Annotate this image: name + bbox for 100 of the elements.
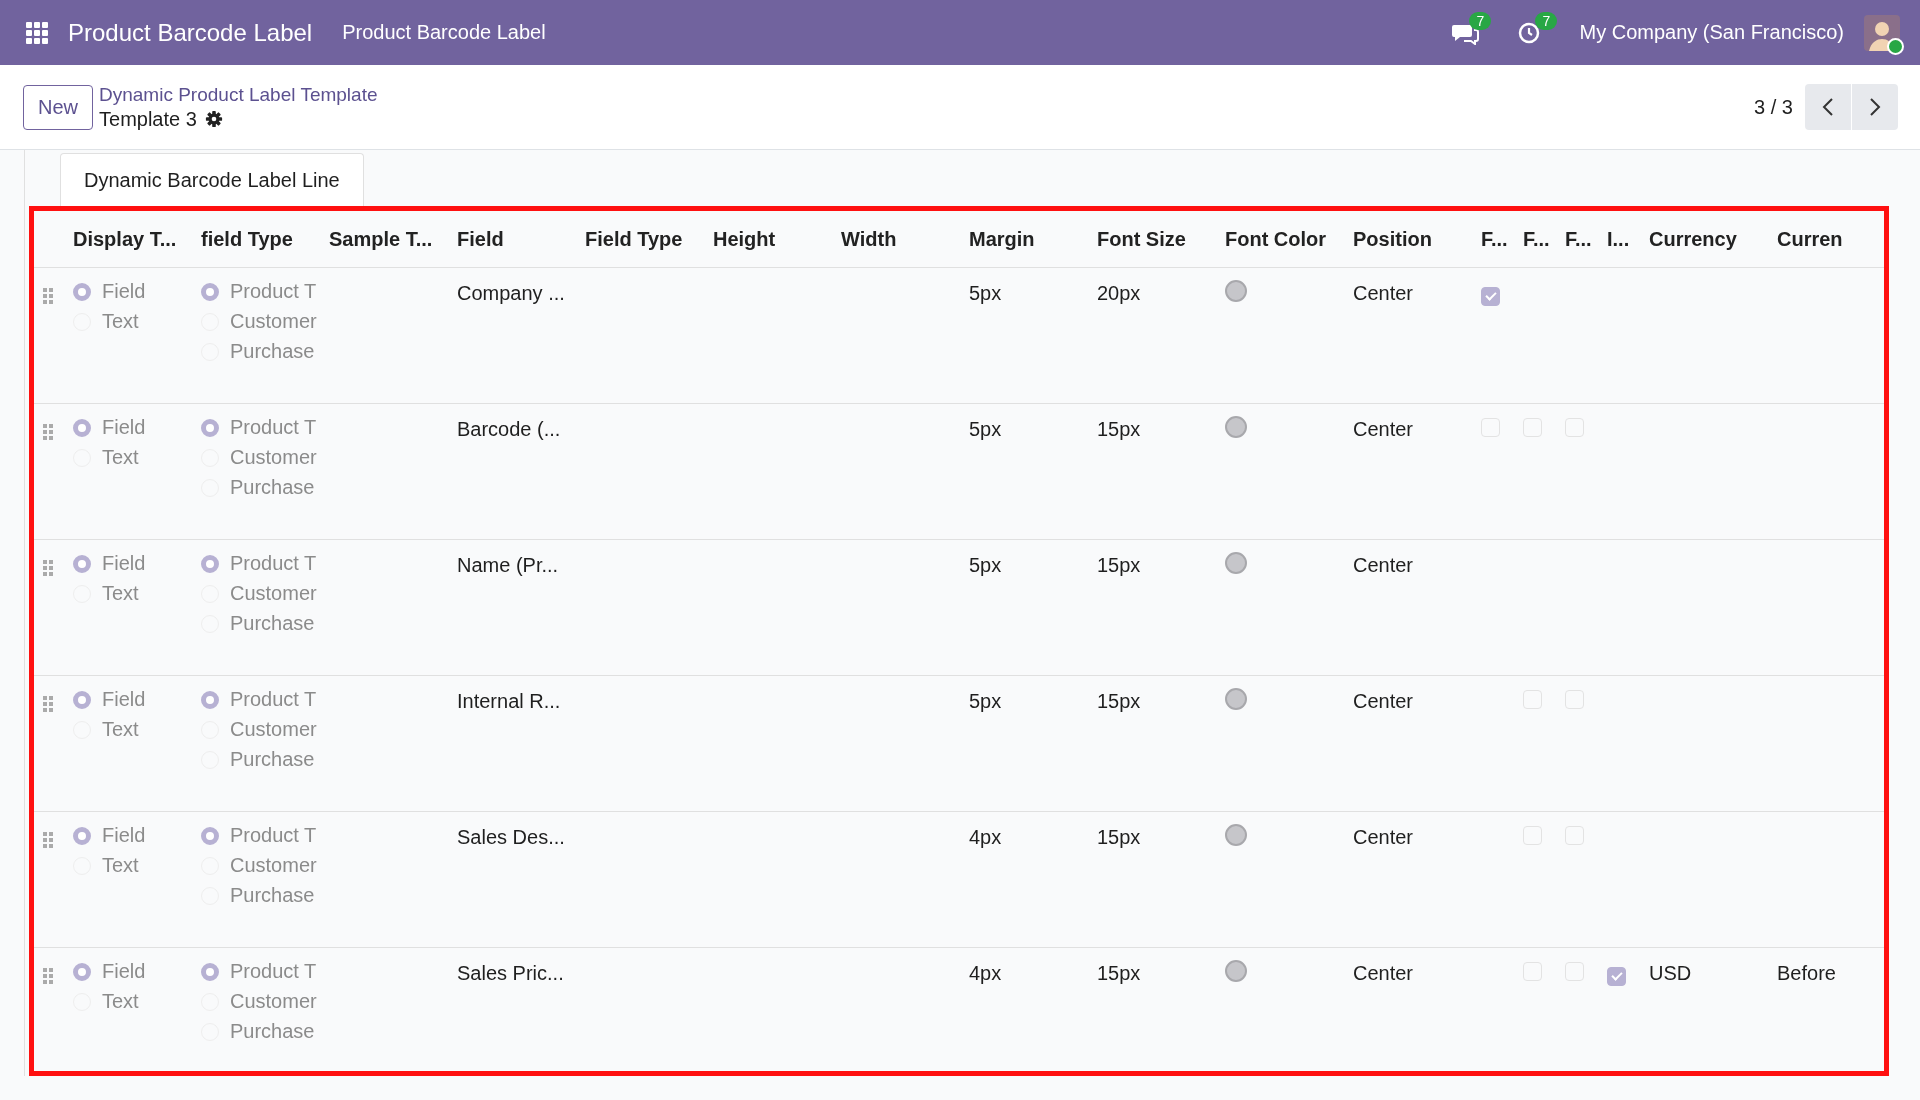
checkbox[interactable] <box>1481 286 1500 306</box>
table-cell: 5px <box>969 554 1002 576</box>
drag-handle-icon[interactable] <box>43 696 53 712</box>
column-header[interactable]: Position <box>1353 227 1481 251</box>
radio-label: Product T <box>230 552 317 575</box>
table-cell: Sales Pric... <box>457 962 564 984</box>
radio-label: Text <box>102 446 139 469</box>
radio-label: Product T <box>230 280 317 303</box>
radio-button[interactable] <box>201 962 219 981</box>
radio-label: Field <box>102 960 146 983</box>
color-swatch[interactable] <box>1225 280 1247 302</box>
table-cell: 15px <box>1097 962 1141 984</box>
radio-button[interactable] <box>73 554 91 573</box>
pager-counter: 3 / 3 <box>1754 95 1793 119</box>
radio-label: Customer <box>230 446 317 469</box>
table-cell: Name (Pr... <box>457 554 559 576</box>
radio-button[interactable] <box>201 826 219 845</box>
radio-label: Text <box>102 854 139 877</box>
notebook-tab[interactable]: Dynamic Barcode Label Line <box>60 153 364 206</box>
radio-button[interactable] <box>201 282 219 301</box>
breadcrumb-link[interactable]: Dynamic Product Label Template <box>99 83 378 106</box>
radio-button[interactable] <box>201 418 219 437</box>
color-swatch[interactable] <box>1225 960 1247 982</box>
column-header[interactable]: I... <box>1607 227 1649 251</box>
column-header[interactable]: Width <box>841 227 969 251</box>
column-header[interactable]: Font Color <box>1225 227 1353 251</box>
column-header[interactable]: Currency <box>1649 227 1777 251</box>
radio-button[interactable] <box>201 554 219 573</box>
table-cell: Center <box>1353 962 1414 984</box>
drag-handle-icon[interactable] <box>43 288 53 304</box>
company-switcher[interactable]: My Company (San Francisco) <box>1579 21 1844 44</box>
color-swatch[interactable] <box>1225 824 1247 846</box>
table-cell: USD <box>1649 962 1692 984</box>
radio-label: Customer <box>230 718 317 741</box>
column-header[interactable]: Sample T... <box>329 227 457 251</box>
radio-label: Customer <box>230 310 317 333</box>
radio-label: Purchase <box>230 612 315 635</box>
column-header[interactable]: Margin <box>969 227 1097 251</box>
chevron-left-icon <box>1822 97 1834 117</box>
column-header[interactable]: Curren <box>1777 227 1884 251</box>
apps-grid-icon[interactable] <box>26 21 48 44</box>
message-count-badge: 7 <box>1469 11 1492 30</box>
column-header[interactable]: F... <box>1481 227 1523 251</box>
column-header[interactable]: Field <box>457 227 585 251</box>
color-swatch[interactable] <box>1225 416 1247 438</box>
table-cell: 15px <box>1097 690 1141 712</box>
radio-button[interactable] <box>73 826 91 845</box>
color-swatch[interactable] <box>1225 552 1247 574</box>
user-avatar-icon[interactable] <box>1864 14 1900 51</box>
radio-label: Text <box>102 582 139 605</box>
table-cell: 15px <box>1097 826 1141 848</box>
radio-button[interactable] <box>201 690 219 709</box>
table-cell: Center <box>1353 826 1414 848</box>
radio-label: Text <box>102 310 139 333</box>
drag-handle-icon[interactable] <box>43 832 53 848</box>
table-cell: Barcode (... <box>457 418 561 440</box>
table-cell: 4px <box>969 962 1002 984</box>
radio-label: Purchase <box>230 884 315 907</box>
column-header[interactable]: field Type <box>201 227 329 251</box>
table-cell: 5px <box>969 282 1002 304</box>
radio-label: Product T <box>230 688 317 711</box>
checkbox[interactable] <box>1607 966 1626 986</box>
radio-button[interactable] <box>73 418 91 437</box>
radio-label: Purchase <box>230 476 315 499</box>
drag-handle-icon[interactable] <box>43 560 53 576</box>
table-cell: Center <box>1353 554 1414 576</box>
clock-icon[interactable] <box>1517 20 1542 45</box>
radio-label: Purchase <box>230 1020 315 1043</box>
table-cell: 20px <box>1097 282 1141 304</box>
column-header[interactable]: Font Size <box>1097 227 1225 251</box>
radio-button[interactable] <box>73 690 91 709</box>
chevron-right-icon <box>1869 97 1881 117</box>
column-header[interactable]: F... <box>1565 227 1607 251</box>
previous-button[interactable] <box>1805 84 1851 130</box>
settings-icon[interactable] <box>204 110 223 128</box>
column-header[interactable]: F... <box>1523 227 1565 251</box>
drag-handle-icon[interactable] <box>43 424 53 440</box>
column-header[interactable]: Display T... <box>73 227 201 251</box>
color-swatch[interactable] <box>1225 688 1247 710</box>
table-cell: 4px <box>969 826 1002 848</box>
radio-label: Customer <box>230 990 317 1013</box>
menu-item[interactable]: Product Barcode Label <box>342 21 546 44</box>
table-cell: Center <box>1353 282 1414 304</box>
table-cell: 5px <box>969 418 1002 440</box>
column-header[interactable]: Height <box>713 227 841 251</box>
radio-label: Customer <box>230 582 317 605</box>
next-button[interactable] <box>1852 84 1898 130</box>
radio-label: Field <box>102 416 146 439</box>
radio-button[interactable] <box>73 962 91 981</box>
app-title[interactable]: Product Barcode Label <box>68 18 313 47</box>
new-button[interactable]: New <box>23 84 93 130</box>
radio-label: Product T <box>230 824 317 847</box>
radio-label: Field <box>102 280 146 303</box>
drag-handle-icon[interactable] <box>43 968 53 984</box>
column-header[interactable]: Field Type <box>585 227 713 251</box>
radio-button[interactable] <box>73 282 91 301</box>
table-cell: 15px <box>1097 554 1141 576</box>
table-cell: Center <box>1353 418 1414 440</box>
radio-label: Purchase <box>230 748 315 771</box>
radio-label: Field <box>102 552 146 575</box>
